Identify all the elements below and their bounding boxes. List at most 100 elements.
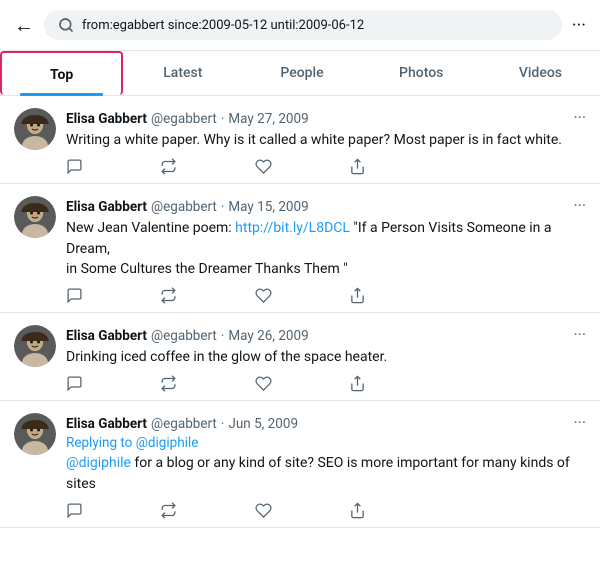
retweet-button[interactable]	[160, 287, 177, 304]
share-button[interactable]	[349, 502, 366, 519]
tweet-date: May 26, 2009	[228, 328, 308, 344]
share-icon	[349, 287, 366, 304]
like-icon	[255, 287, 272, 304]
like-button[interactable]	[255, 375, 272, 392]
tweet-author-handle: @egabbert	[151, 328, 217, 344]
retweet-icon	[160, 502, 177, 519]
header: ← from:egabbert since:2009-05-12 until:2…	[0, 0, 600, 51]
reply-button[interactable]	[66, 287, 83, 304]
tweet-content: Elisa Gabbert @egabbert · May 27, 2009 ·…	[66, 108, 586, 175]
tweet-date: May 27, 2009	[228, 111, 308, 127]
retweet-icon	[160, 158, 177, 175]
tweet-author-handle: @egabbert	[151, 416, 217, 432]
retweet-icon	[160, 287, 177, 304]
retweet-icon	[160, 375, 177, 392]
avatar-image	[14, 108, 56, 150]
tab-latest[interactable]: Latest	[123, 51, 242, 95]
tweet-author-handle: @egabbert	[151, 199, 217, 215]
tweet-header: Elisa Gabbert @egabbert · May 27, 2009 ·…	[66, 108, 586, 127]
retweet-button[interactable]	[160, 375, 177, 392]
tweet-content: Elisa Gabbert @egabbert · May 26, 2009 ·…	[66, 325, 586, 392]
like-icon	[255, 158, 272, 175]
avatar	[14, 196, 56, 238]
tweet-content: Elisa Gabbert @egabbert · Jun 5, 2009 ··…	[66, 413, 586, 519]
share-icon	[349, 502, 366, 519]
tweet-actions	[66, 502, 366, 519]
search-bar[interactable]: from:egabbert since:2009-05-12 until:200…	[44, 10, 562, 40]
tweet-text: Writing a white paper. Why is it called …	[66, 130, 586, 150]
tweet-text: Drinking iced coffee in the glow of the …	[66, 347, 586, 367]
share-icon	[349, 375, 366, 392]
tweet-header: Elisa Gabbert @egabbert · May 26, 2009 ·…	[66, 325, 586, 344]
retweet-button[interactable]	[160, 502, 177, 519]
tweet-text: @digiphile for a blog or any kind of sit…	[66, 453, 586, 494]
share-button[interactable]	[349, 375, 366, 392]
tweet-author-handle: @egabbert	[151, 111, 217, 127]
tab-people[interactable]: People	[242, 51, 361, 95]
tweet-author-name: Elisa Gabbert	[66, 111, 147, 127]
tweet-more-button[interactable]: ···	[565, 413, 586, 432]
avatar	[14, 108, 56, 150]
tweet-meta: Elisa Gabbert @egabbert · May 15, 2009	[66, 199, 565, 215]
avatar-image	[14, 196, 56, 238]
share-button[interactable]	[349, 158, 366, 175]
tweet-link[interactable]: http://bit.ly/L8DCL	[235, 220, 350, 236]
reply-mention[interactable]: @digiphile	[136, 435, 199, 451]
tweet-item: Elisa Gabbert @egabbert · May 27, 2009 ·…	[0, 96, 600, 184]
tweet-author-name: Elisa Gabbert	[66, 416, 147, 432]
more-options-button[interactable]: ···	[572, 15, 586, 36]
reply-button[interactable]	[66, 375, 83, 392]
tweet-actions	[66, 287, 366, 304]
tab-photos-label: Photos	[399, 65, 443, 81]
tweet-item: Elisa Gabbert @egabbert · Jun 5, 2009 ··…	[0, 401, 600, 528]
like-button[interactable]	[255, 158, 272, 175]
tab-videos[interactable]: Videos	[481, 51, 600, 95]
tweet-more-button[interactable]: ···	[565, 325, 586, 344]
tab-photos[interactable]: Photos	[362, 51, 481, 95]
tweet-item: Elisa Gabbert @egabbert · May 26, 2009 ·…	[0, 313, 600, 401]
avatar	[14, 325, 56, 367]
replying-to: Replying to @digiphile	[66, 435, 586, 451]
like-button[interactable]	[255, 287, 272, 304]
avatar-image	[14, 325, 56, 367]
tab-latest-label: Latest	[163, 65, 202, 81]
tweet-meta: Elisa Gabbert @egabbert · Jun 5, 2009	[66, 416, 565, 432]
reply-icon	[66, 502, 83, 519]
tweet-mention[interactable]: @digiphile	[66, 455, 131, 471]
back-button[interactable]: ←	[14, 13, 34, 38]
avatar-image	[14, 413, 56, 455]
share-icon	[349, 158, 366, 175]
tweet-date: May 15, 2009	[228, 199, 308, 215]
tweet-list: Elisa Gabbert @egabbert · May 27, 2009 ·…	[0, 96, 600, 528]
search-query-text: from:egabbert since:2009-05-12 until:200…	[82, 18, 548, 33]
retweet-button[interactable]	[160, 158, 177, 175]
like-button[interactable]	[255, 502, 272, 519]
tweet-actions	[66, 375, 366, 392]
search-icon	[58, 17, 74, 33]
tweet-meta: Elisa Gabbert @egabbert · May 27, 2009	[66, 111, 565, 127]
tab-top-label: Top	[50, 67, 73, 83]
tab-top[interactable]: Top	[0, 51, 123, 95]
tab-videos-label: Videos	[519, 65, 562, 81]
tweet-more-button[interactable]: ···	[565, 196, 586, 215]
tweet-author-name: Elisa Gabbert	[66, 328, 147, 344]
tab-people-label: People	[280, 65, 323, 81]
tweet-date: Jun 5, 2009	[228, 416, 298, 432]
reply-button[interactable]	[66, 502, 83, 519]
tweet-actions	[66, 158, 366, 175]
tabs-bar: Top Latest People Photos Videos	[0, 51, 600, 96]
share-button[interactable]	[349, 287, 366, 304]
tweet-more-button[interactable]: ···	[565, 108, 586, 127]
tweet-content: Elisa Gabbert @egabbert · May 15, 2009 ·…	[66, 196, 586, 304]
reply-icon	[66, 287, 83, 304]
tweet-header: Elisa Gabbert @egabbert · May 15, 2009 ·…	[66, 196, 586, 215]
reply-button[interactable]	[66, 158, 83, 175]
tweet-text: New Jean Valentine poem: http://bit.ly/L…	[66, 218, 586, 279]
reply-icon	[66, 375, 83, 392]
tweet-header: Elisa Gabbert @egabbert · Jun 5, 2009 ··…	[66, 413, 586, 432]
tweet-meta: Elisa Gabbert @egabbert · May 26, 2009	[66, 328, 565, 344]
tweet-item: Elisa Gabbert @egabbert · May 15, 2009 ·…	[0, 184, 600, 313]
avatar	[14, 413, 56, 455]
reply-icon	[66, 158, 83, 175]
like-icon	[255, 375, 272, 392]
